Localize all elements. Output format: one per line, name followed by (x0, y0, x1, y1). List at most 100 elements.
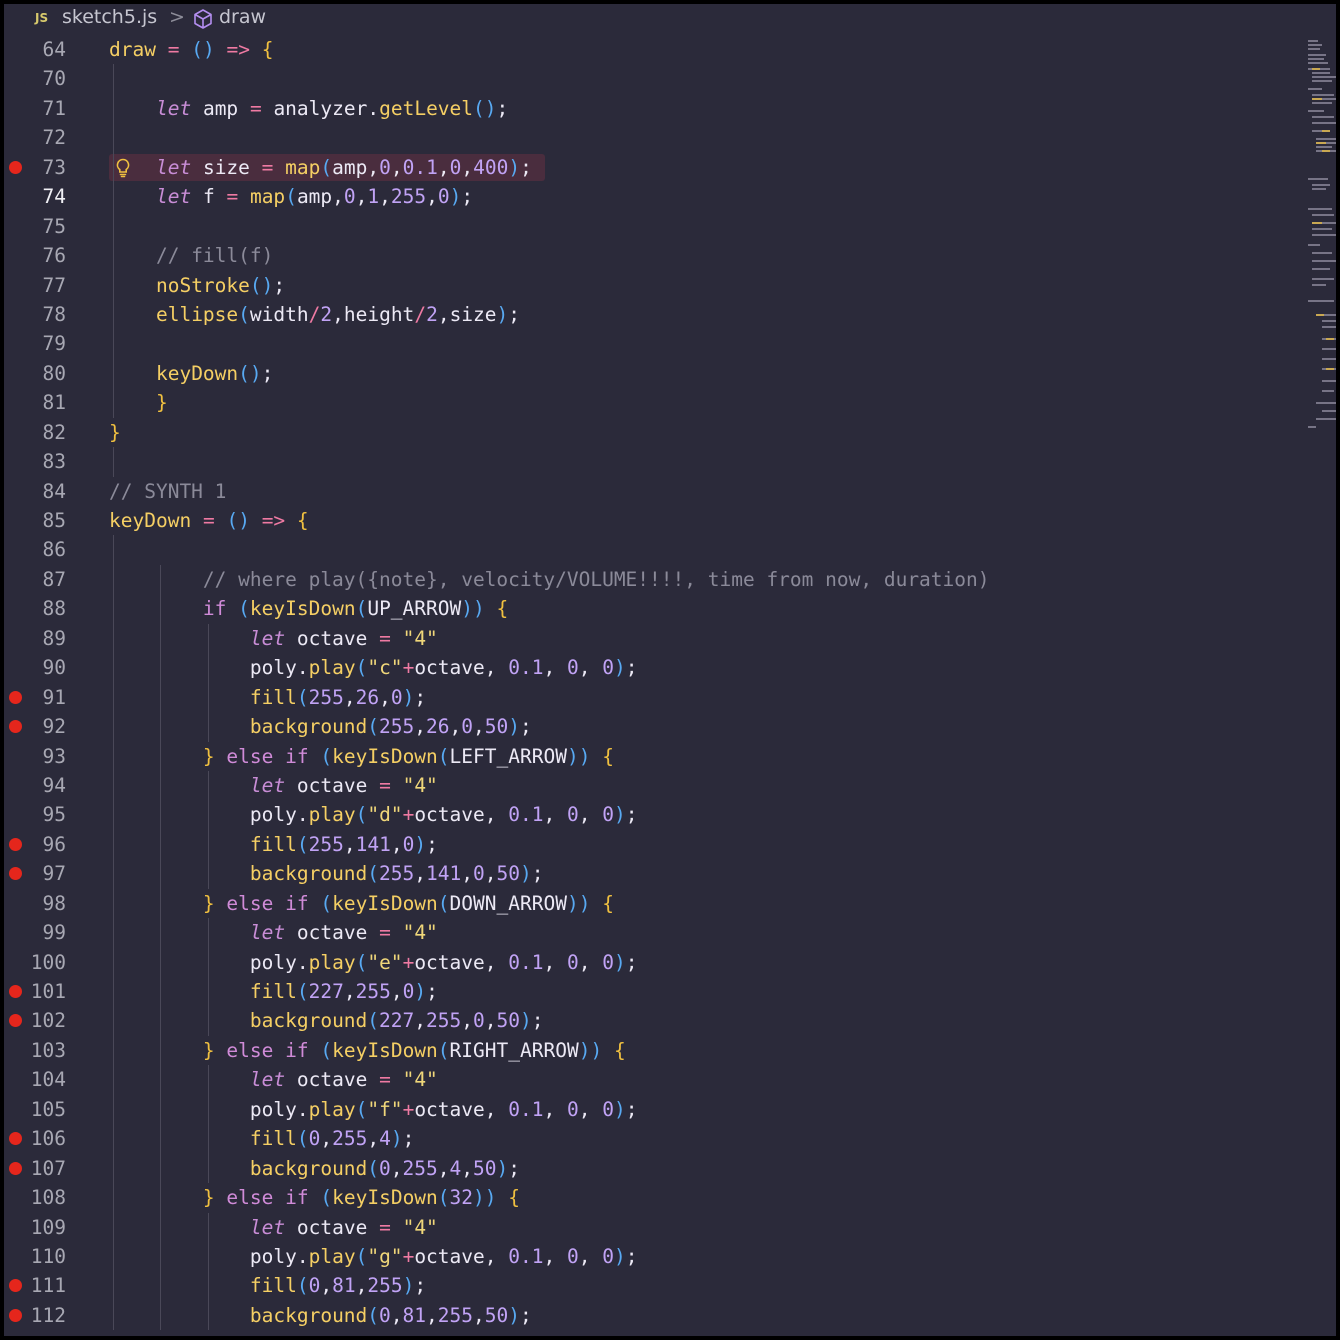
code-text: background(0,255,4,50); (249, 1156, 521, 1180)
line-number: 94 (42, 773, 66, 797)
code-text: let size = map(amp,0,0.1,0,400); (155, 155, 532, 179)
line-number: 95 (42, 803, 66, 827)
code-line[interactable]: 85 keyDown = () => { (4, 506, 1294, 535)
code-line[interactable]: 80 keyDown(); (4, 358, 1294, 389)
line-number: 70 (42, 67, 66, 91)
code-line[interactable]: 112 background(0,81,255,50); (4, 1300, 1294, 1331)
line-number: 96 (42, 832, 66, 856)
indent-guide (113, 64, 114, 94)
code-text: fill(255,141,0); (249, 832, 438, 856)
code-line[interactable]: 94 let octave = "4" (4, 770, 1294, 801)
breakpoint-icon[interactable] (9, 867, 22, 881)
line-number: 98 (42, 891, 66, 915)
line-number: 103 (30, 1038, 66, 1062)
breakpoint-icon[interactable] (9, 690, 22, 704)
code-line[interactable]: 108 } else if (keyIsDown(32)) { (4, 1183, 1294, 1213)
line-number: 104 (30, 1068, 66, 1092)
code-line[interactable]: 77 noStroke(); (4, 270, 1294, 300)
code-text: // where play({note}, velocity/VOLUME!!!… (202, 567, 990, 591)
code-line[interactable]: 74 let f = map(amp,0,1,255,0); (4, 182, 1294, 212)
minimap[interactable] (1302, 38, 1336, 438)
code-line[interactable]: 81 } (4, 388, 1294, 418)
code-line[interactable]: 106 fill(0,255,4); (4, 1124, 1294, 1154)
code-line[interactable]: 78 ellipse(width/2,height/2,size); (4, 299, 1294, 330)
code-line[interactable]: 89 let octave = "4" (4, 623, 1294, 654)
code-text: if (keyIsDown(UP_ARROW)) { (202, 597, 509, 621)
code-line[interactable]: 102 background(227,255,0,50); (4, 1006, 1294, 1036)
line-number: 81 (42, 391, 66, 415)
breakpoint-icon[interactable] (9, 1308, 22, 1322)
code-line[interactable]: 95 poly.play("d"+octave, 0.1, 0, 0); (4, 800, 1294, 830)
code-line[interactable]: 96 fill(255,141,0); (4, 829, 1294, 860)
line-number: 86 (42, 538, 66, 562)
line-number: 84 (42, 479, 66, 503)
code-line[interactable]: 72 (4, 123, 1294, 153)
breakpoint-icon[interactable] (9, 837, 22, 851)
code-line[interactable]: 84 // SYNTH 1 (4, 477, 1294, 506)
code-line[interactable]: 70 (4, 64, 1294, 94)
code-line[interactable]: 91 fill(255,26,0); (4, 682, 1294, 713)
code-editor[interactable]: 64 draw = () => { 70 71 let amp = analyzer.… (4, 35, 1294, 1331)
code-text: let octave = "4" (249, 1068, 438, 1092)
code-line[interactable]: 86 (4, 535, 1294, 565)
code-line[interactable]: 73 let size = map(amp,0,0.1,0,400); (4, 152, 1294, 183)
code-line[interactable]: 75 (4, 211, 1294, 242)
code-text: ellipse(width/2,height/2,size); (155, 302, 521, 326)
code-line[interactable]: 92 background(255,26,0,50); (4, 712, 1294, 742)
line-number: 109 (30, 1215, 66, 1239)
code-line[interactable]: 100 poly.play("e"+octave, 0.1, 0, 0); (4, 947, 1294, 977)
breakpoint-icon[interactable] (9, 1132, 22, 1146)
breadcrumb-file[interactable]: sketch5.js (62, 6, 157, 28)
code-line[interactable]: 107 background(0,255,4,50); (4, 1153, 1294, 1184)
breakpoint-icon[interactable] (9, 1161, 22, 1175)
line-number: 64 (42, 38, 66, 61)
code-line[interactable]: 97 background(255,141,0,50); (4, 859, 1294, 889)
code-text: draw = () => { (109, 38, 274, 61)
breakpoint-icon[interactable] (9, 160, 22, 174)
breakpoint-icon[interactable] (9, 1279, 22, 1293)
code-text: background(0,81,255,50); (249, 1303, 532, 1327)
code-line[interactable]: 83 (4, 447, 1294, 477)
code-line[interactable]: 103 } else if (keyIsDown(RIGHT_ARROW)) { (4, 1035, 1294, 1066)
code-line[interactable]: 99 let octave = "4" (4, 918, 1294, 948)
code-line[interactable]: 88 if (keyIsDown(UP_ARROW)) { (4, 594, 1294, 624)
code-line[interactable]: 79 (4, 329, 1294, 359)
line-number: 89 (42, 626, 66, 650)
code-line[interactable]: 76 // fill(f) (4, 241, 1294, 271)
indent-guide (113, 123, 114, 153)
breadcrumb-symbol[interactable]: draw (219, 6, 266, 28)
code-line[interactable]: 87 // where play({note}, velocity/VOLUME… (4, 564, 1294, 595)
code-text: noStroke(); (155, 273, 286, 297)
code-line[interactable]: 110 poly.play("g"+octave, 0.1, 0, 0); (4, 1241, 1294, 1272)
code-line[interactable]: 82} (4, 418, 1294, 447)
line-number: 97 (42, 862, 66, 886)
code-text: fill(0,255,4); (249, 1127, 415, 1151)
indent-guide (113, 535, 114, 565)
line-number: 108 (30, 1186, 66, 1210)
indent-guide (113, 211, 114, 242)
code-line[interactable]: 101 fill(227,255,0); (4, 977, 1294, 1007)
line-number: 76 (42, 244, 66, 268)
breakpoint-icon[interactable] (9, 720, 22, 734)
code-line[interactable]: 64 draw = () => { (4, 35, 1294, 64)
code-text: poly.play("f"+octave, 0.1, 0, 0); (249, 1097, 638, 1121)
code-line[interactable]: 90 poly.play("c"+octave, 0.1, 0, 0); (4, 653, 1294, 683)
breakpoint-icon[interactable] (9, 985, 22, 998)
code-line[interactable]: 98 } else if (keyIsDown(DOWN_ARROW)) { (4, 888, 1294, 919)
code-text: let octave = "4" (249, 773, 438, 797)
line-number: 85 (42, 509, 66, 532)
code-line[interactable]: 104 let octave = "4" (4, 1065, 1294, 1095)
code-line[interactable]: 93 } else if (keyIsDown(LEFT_ARROW)) { (4, 741, 1294, 771)
code-line[interactable]: 105 poly.play("f"+octave, 0.1, 0, 0); (4, 1094, 1294, 1125)
code-line[interactable]: 71 let amp = analyzer.getLevel(); (4, 93, 1294, 124)
indent-guide (113, 447, 114, 477)
line-number: 82 (42, 420, 66, 444)
breakpoint-icon[interactable] (9, 1014, 22, 1028)
editor-window: JS sketch5.js > draw 64 draw = () => {70 7… (4, 4, 1336, 1336)
line-number: 112 (30, 1303, 66, 1327)
code-text: let octave = "4" (249, 921, 438, 945)
code-line[interactable]: 109 let octave = "4" (4, 1212, 1294, 1242)
code-text: // SYNTH 1 (109, 479, 227, 503)
code-line[interactable]: 111 fill(0,81,255); (4, 1271, 1294, 1301)
line-number: 99 (42, 921, 66, 945)
